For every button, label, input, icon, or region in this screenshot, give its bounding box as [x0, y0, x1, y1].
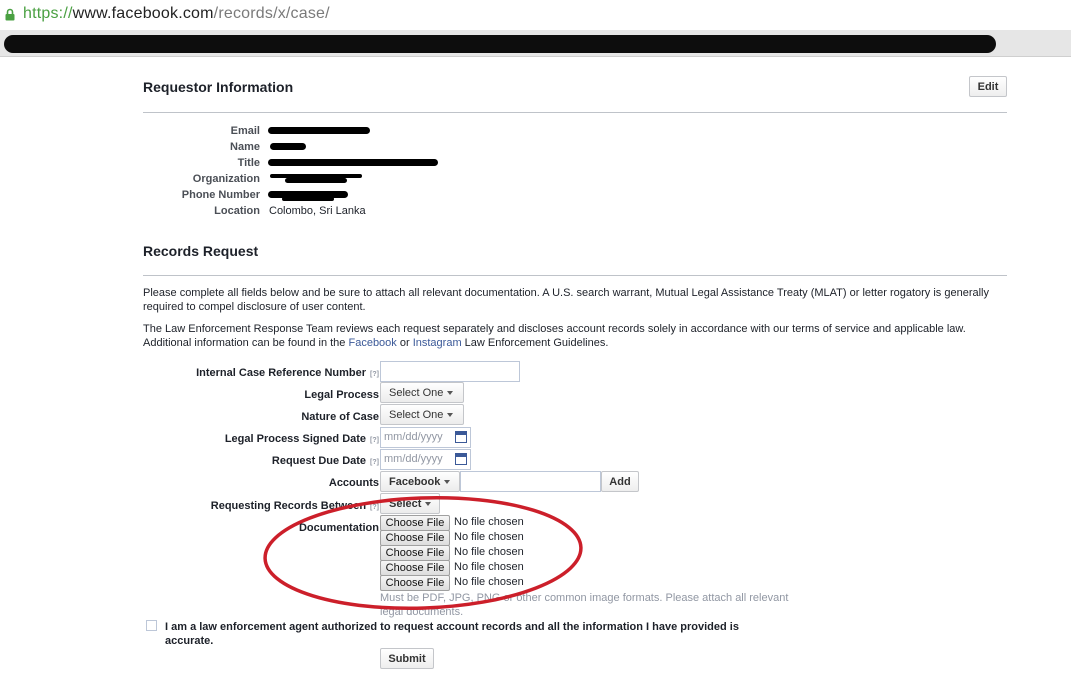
records-title: Records Request — [143, 243, 259, 259]
agree-text: I am a law enforcement agent authorized … — [165, 621, 739, 647]
redacted-title — [268, 159, 438, 166]
caret-down-icon — [447, 390, 454, 395]
location-label: Location — [214, 205, 260, 217]
url-text[interactable]: https://www.facebook.com/records/x/case/ — [23, 5, 330, 23]
redacted-name — [270, 143, 306, 150]
location-value: Colombo, Sri Lanka — [269, 205, 366, 217]
url-host: www.facebook.com — [72, 5, 214, 22]
name-label: Name — [230, 141, 260, 153]
annotation-circle — [263, 496, 583, 610]
signed-date-label-text: Legal Process Signed Date — [224, 433, 367, 445]
caret-down-icon — [447, 412, 454, 417]
calendar-icon[interactable] — [455, 431, 467, 443]
date-placeholder: mm/dd/yyyy — [384, 453, 443, 465]
url-scheme: https:// — [23, 5, 73, 22]
calendar-icon[interactable] — [455, 453, 467, 465]
due-date-label-text: Request Due Date — [271, 455, 367, 467]
nature-value: Select One — [389, 408, 444, 421]
add-account-button[interactable]: Add — [601, 471, 639, 492]
guidelines-text: Law Enforcement Guidelines. — [461, 337, 609, 349]
guidelines-text: or — [396, 337, 413, 349]
case-ref-label: Internal Case Reference Number [?] — [180, 367, 379, 379]
nature-select[interactable]: Select One — [380, 404, 464, 425]
records-guidelines: The Law Enforcement Response Team review… — [143, 322, 1007, 350]
legal-process-select[interactable]: Select One — [380, 382, 464, 403]
case-ref-input[interactable] — [380, 361, 520, 382]
legal-process-label: Legal Process — [304, 389, 379, 401]
due-date-label: Request Due Date [?] — [180, 455, 379, 467]
edit-button[interactable]: Edit — [969, 76, 1007, 97]
signed-date-input[interactable]: mm/dd/yyyy — [380, 427, 471, 448]
title-label: Title — [237, 157, 260, 169]
redacted-email — [268, 127, 370, 134]
accounts-platform-select[interactable]: Facebook — [380, 471, 460, 492]
help-icon[interactable]: [?] — [370, 459, 379, 466]
requestor-title: Requestor Information — [143, 79, 294, 95]
organization-label: Organization — [192, 173, 260, 185]
accounts-label: Accounts — [328, 477, 379, 489]
legal-process-value: Select One — [389, 386, 444, 399]
email-label: Email — [230, 125, 260, 137]
agree-checkbox[interactable] — [146, 620, 157, 631]
facebook-guidelines-link[interactable]: Facebook — [348, 337, 396, 349]
case-ref-label-text: Internal Case Reference Number — [196, 367, 367, 379]
divider — [143, 112, 1007, 113]
submit-button[interactable]: Submit — [380, 648, 434, 669]
caret-down-icon — [444, 479, 451, 484]
redacted-organization-2 — [285, 178, 347, 183]
url-path: /records/x/case/ — [213, 5, 330, 22]
redaction-bar — [4, 35, 996, 53]
due-date-input[interactable]: mm/dd/yyyy — [380, 449, 471, 470]
phone-label: Phone Number — [181, 189, 260, 201]
help-icon[interactable]: [?] — [370, 371, 379, 378]
nature-label: Nature of Case — [301, 411, 379, 423]
records-intro: Please complete all fields below and be … — [143, 287, 990, 313]
lock-icon — [5, 8, 15, 21]
accounts-input[interactable] — [460, 471, 601, 492]
accounts-platform-value: Facebook — [389, 475, 441, 488]
signed-date-label: Legal Process Signed Date [?] — [180, 433, 379, 445]
instagram-guidelines-link[interactable]: Instagram — [413, 337, 462, 349]
help-icon[interactable]: [?] — [370, 437, 379, 444]
redacted-phone-2 — [282, 197, 334, 201]
date-placeholder: mm/dd/yyyy — [384, 431, 443, 443]
divider — [143, 275, 1007, 276]
